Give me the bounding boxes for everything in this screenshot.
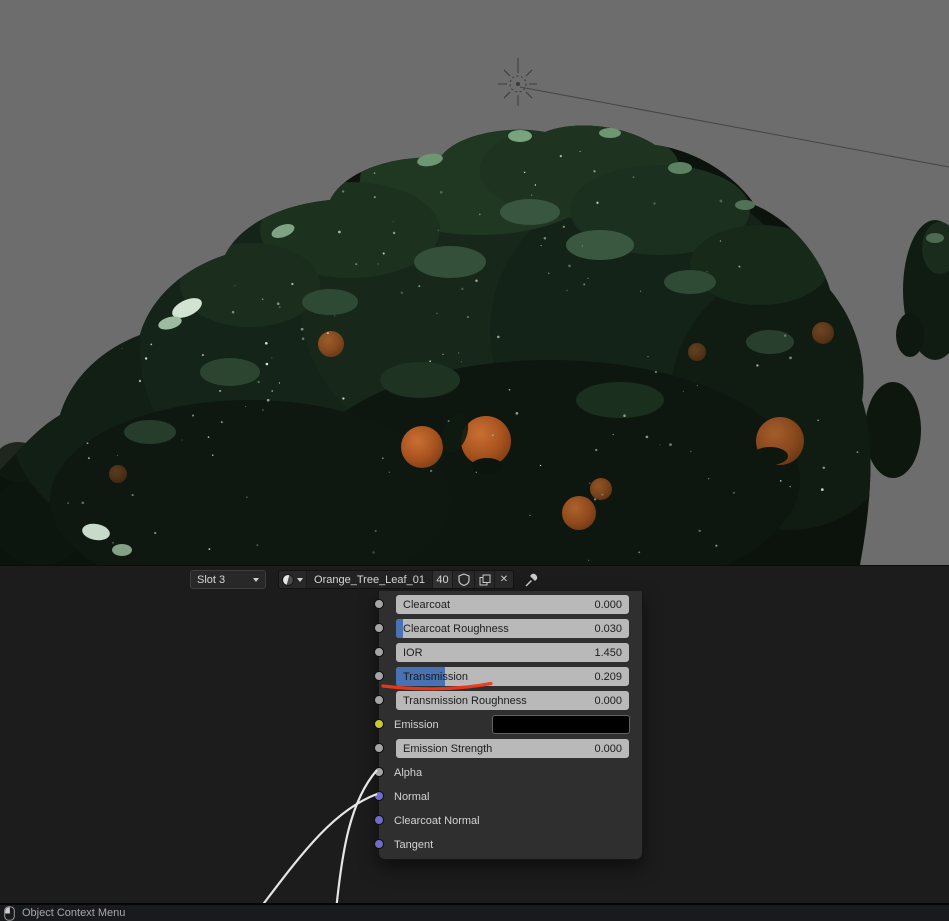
- 3d-viewport[interactable]: [0, 0, 949, 565]
- alpha-label: Alpha: [394, 767, 423, 779]
- chevron-down-icon: [253, 577, 259, 582]
- copy-icon: [479, 574, 490, 585]
- node-link-normal: [262, 792, 378, 903]
- material-datablock-selector: Orange_Tree_Leaf_01 40 ✕: [278, 570, 514, 589]
- pin-button[interactable]: [522, 571, 540, 589]
- transmission-slider[interactable]: Transmission 0.209: [396, 667, 629, 686]
- socket-alpha[interactable]: [374, 767, 384, 777]
- mouse-left-click-icon: [4, 905, 15, 921]
- ior-slider[interactable]: IOR 1.450: [396, 643, 629, 662]
- fake-user-button[interactable]: [453, 571, 475, 588]
- socket-transmission-roughness[interactable]: [374, 695, 384, 705]
- socket-clearcoat-roughness[interactable]: [374, 623, 384, 633]
- socket-clearcoat-normal[interactable]: [374, 815, 384, 825]
- node-row-clearcoat-normal: Clearcoat Normal: [374, 811, 629, 830]
- browse-material-button[interactable]: [279, 571, 307, 588]
- socket-normal[interactable]: [374, 791, 384, 801]
- slider-value: 0.000: [594, 742, 622, 755]
- node-input-rows: Clearcoat 0.000 Clearcoat Roughness 0.03…: [374, 591, 642, 854]
- pin-icon: [525, 573, 538, 587]
- slider-label: Transmission Roughness: [403, 694, 527, 707]
- node-row-emission: Emission: [374, 715, 630, 734]
- transmission-roughness-slider[interactable]: Transmission Roughness 0.000: [396, 691, 629, 710]
- duplicate-material-button[interactable]: [475, 571, 495, 588]
- clearcoat-roughness-slider[interactable]: Clearcoat Roughness 0.030: [396, 619, 629, 638]
- node-row-alpha: Alpha: [374, 763, 629, 782]
- slider-value: 0.000: [594, 598, 622, 611]
- x-icon: ✕: [499, 574, 509, 585]
- node-row-transmission-roughness: Transmission Roughness 0.000: [374, 691, 629, 710]
- slider-value: 0.209: [594, 670, 622, 683]
- slider-label: Transmission: [403, 670, 468, 683]
- principled-bsdf-node[interactable]: Clearcoat 0.000 Clearcoat Roughness 0.03…: [374, 591, 643, 860]
- node-row-normal: Normal: [374, 787, 629, 806]
- socket-transmission[interactable]: [374, 671, 384, 681]
- slider-label: Clearcoat: [403, 598, 451, 611]
- emission-label: Emission: [394, 719, 439, 731]
- slider-value: 0.030: [594, 622, 622, 635]
- emission-strength-slider[interactable]: Emission Strength 0.000: [396, 739, 629, 758]
- clearcoat-slider[interactable]: Clearcoat 0.000: [396, 595, 629, 614]
- socket-emission[interactable]: [374, 719, 384, 729]
- chevron-down-icon: [297, 577, 303, 582]
- node-row-clearcoat: Clearcoat 0.000: [374, 595, 629, 614]
- status-bar: Object Context Menu: [0, 903, 949, 921]
- shield-icon: [457, 573, 470, 586]
- viewport-scene: [0, 0, 949, 565]
- node-row-clearcoat-roughness: Clearcoat Roughness 0.030: [374, 619, 629, 638]
- slider-label: Emission Strength: [403, 742, 493, 755]
- clearcoat-normal-label: Clearcoat Normal: [394, 815, 480, 827]
- material-preview-icon: [282, 573, 294, 586]
- material-name-field[interactable]: Orange_Tree_Leaf_01: [307, 571, 433, 588]
- node-row-tangent: Tangent: [374, 835, 629, 854]
- unlink-material-button[interactable]: ✕: [495, 571, 513, 588]
- shader-editor-header: Slot 3 Orange_Tree_Leaf_01 40 ✕: [0, 570, 949, 590]
- node-row-transmission: Transmission 0.209: [374, 667, 629, 686]
- shader-node-editor[interactable]: Slot 3 Orange_Tree_Leaf_01 40 ✕ Clearcoa…: [0, 565, 949, 903]
- material-slot-dropdown[interactable]: Slot 3: [190, 570, 266, 589]
- slider-label: IOR: [403, 646, 423, 659]
- slider-fill: [396, 619, 403, 638]
- node-row-emission-strength: Emission Strength 0.000: [374, 739, 629, 758]
- tangent-label: Tangent: [394, 839, 434, 851]
- socket-emission-strength[interactable]: [374, 743, 384, 753]
- socket-ior[interactable]: [374, 647, 384, 657]
- material-users-button[interactable]: 40: [433, 571, 453, 588]
- normal-label: Normal: [394, 791, 430, 803]
- slider-label: Clearcoat Roughness: [403, 622, 509, 635]
- socket-clearcoat[interactable]: [374, 599, 384, 609]
- node-row-ior: IOR 1.450: [374, 643, 629, 662]
- material-slot-label: Slot 3: [197, 573, 226, 586]
- slider-value: 1.450: [594, 646, 622, 659]
- socket-tangent[interactable]: [374, 839, 384, 849]
- emission-color-swatch[interactable]: [492, 715, 630, 734]
- slider-value: 0.000: [594, 694, 622, 707]
- status-text: Object Context Menu: [22, 907, 126, 919]
- node-link-alpha: [335, 769, 378, 903]
